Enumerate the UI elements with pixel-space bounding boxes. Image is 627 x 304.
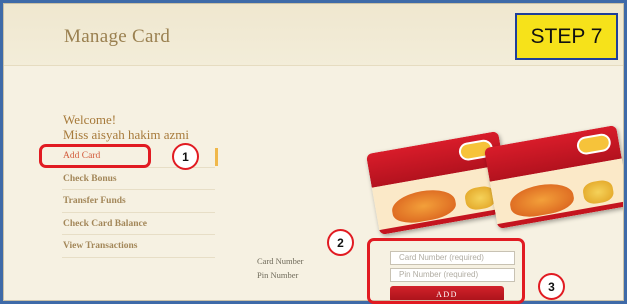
step-marker-2: 2 bbox=[327, 229, 354, 256]
card-image-2 bbox=[483, 124, 623, 230]
pin-number-label: Pin Number bbox=[257, 270, 299, 280]
sidebar-item-label: Transfer Funds bbox=[63, 196, 126, 206]
sidebar-item-check-card-balance[interactable]: Check Card Balance bbox=[62, 213, 215, 235]
sidebar-item-check-bonus[interactable]: Check Bonus bbox=[62, 168, 215, 190]
sidebar-item-label: Check Bonus bbox=[63, 173, 117, 184]
highlight-form bbox=[367, 238, 525, 304]
welcome-user-name: Miss aisyah hakim azmi bbox=[63, 127, 190, 142]
sidebar-item-transfer-funds[interactable]: Transfer Funds bbox=[62, 190, 215, 213]
card-number-label: Card Number bbox=[257, 256, 304, 266]
sidebar-item-view-transactions[interactable]: View Transactions bbox=[62, 235, 215, 258]
welcome-greeting: Welcome! bbox=[63, 112, 117, 127]
highlight-add-card bbox=[39, 144, 151, 168]
step-badge: STEP 7 bbox=[515, 13, 618, 60]
sidebar-item-label: View Transactions bbox=[63, 241, 138, 251]
step-marker-3: 3 bbox=[538, 273, 565, 300]
welcome-block: Welcome! Miss aisyah hakim azmi bbox=[63, 112, 189, 142]
page-title: Manage Card bbox=[64, 26, 171, 47]
active-indicator bbox=[215, 148, 218, 166]
sidebar-item-label: Check Card Balance bbox=[63, 218, 147, 229]
step-marker-1: 1 bbox=[172, 143, 199, 170]
